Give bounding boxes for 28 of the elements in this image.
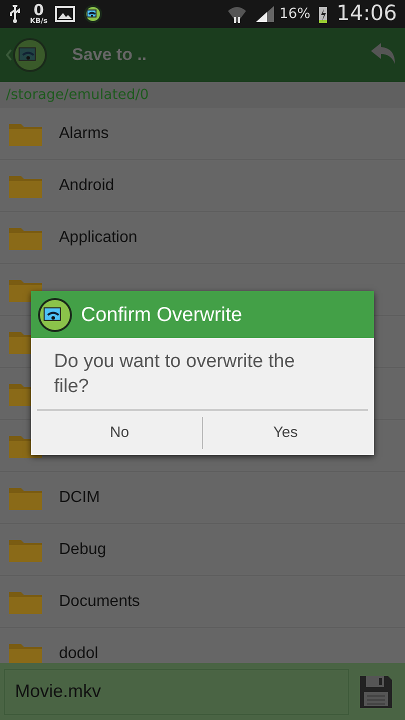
dialog-button[interactable]: No [37,411,202,456]
folder-name[interactable]: Application [59,226,138,250]
usb-icon [8,5,22,23]
current-path: /storage/emulated/0 [0,82,405,108]
dialog-message: Do you want to overwrite the file? [53,350,296,399]
image-icon [55,6,76,22]
save-button[interactable] [359,674,393,708]
dialog-button[interactable]: Yes [203,411,368,456]
signal-icon [255,5,276,23]
folder-name[interactable]: Debug [59,538,106,562]
app-home-button[interactable] [6,37,48,73]
wifi-icon [227,5,248,23]
back-chevron-icon [6,49,12,61]
dialog-title: Confirm Overwrite [81,302,242,328]
app-logo-icon [12,37,48,73]
folder-name[interactable]: DCIM [59,486,100,510]
battery-charging-icon [318,5,328,23]
folder-name[interactable]: dodol [59,642,98,663]
folder-name[interactable]: Documents [59,590,140,614]
folder-name[interactable]: Alarms [59,122,109,146]
app-icon [83,4,104,24]
screen-title: Save to .. [72,44,148,66]
folder-name[interactable]: Android [59,174,114,198]
network-speed: 0 [34,3,44,18]
battery-percent: 16% [279,4,310,24]
clock-time: 14:06 [336,0,397,28]
app-logo-icon [37,296,73,332]
filename-field[interactable]: Movie.mkv [4,668,349,714]
